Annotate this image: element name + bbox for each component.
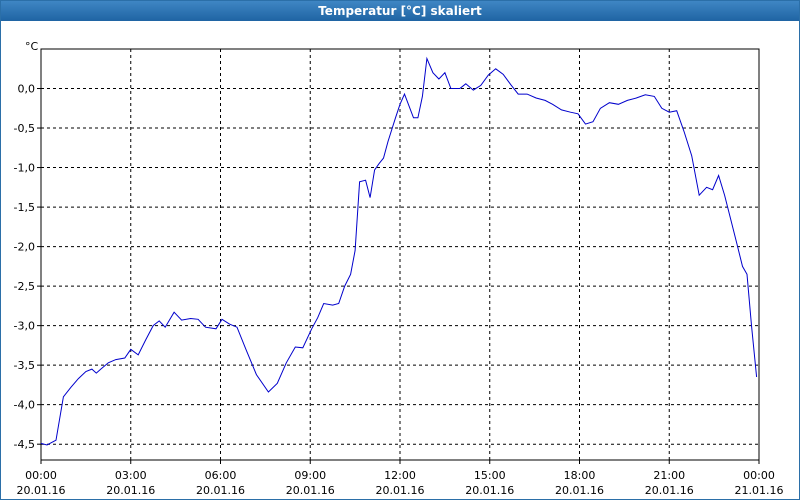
x-tick-date-label: 20.01.16 [286, 484, 335, 497]
x-tick-date-label: 20.01.16 [465, 484, 514, 497]
x-tick-time-label: 06:00 [205, 469, 237, 482]
y-axis-unit-label: °C [25, 40, 39, 53]
y-tick-label: -2,5 [14, 280, 35, 293]
x-tick-time-label: 00:00 [743, 469, 775, 482]
y-tick-label: -1,0 [14, 162, 35, 175]
y-tick-label: -1,5 [14, 201, 35, 214]
x-tick-time-label: 21:00 [653, 469, 685, 482]
y-tick-label: -3,0 [14, 320, 35, 333]
x-axis-ticks: 00:00 20.01.16 03:00 20.01.16 06:00 20.01.16 0… [17, 460, 784, 497]
x-tick-date-label: 21.01.16 [735, 484, 784, 497]
y-tick-label: -4,0 [14, 399, 35, 412]
x-tick-time-label: 03:00 [115, 469, 147, 482]
chart-window: Temperatur [°C] skaliert °C 0,0 -0,5 -1,0 -… [0, 0, 800, 500]
y-tick-label: -3,5 [14, 359, 35, 372]
y-tick-label: -2,0 [14, 241, 35, 254]
y-tick-label: -0,5 [14, 122, 35, 135]
y-tick-label: 0,0 [18, 83, 36, 96]
x-tick-time-label: 09:00 [294, 469, 326, 482]
y-axis-ticks: 0,0 -0,5 -1,0 -1,5 -2,0 -2,5 -3,0 -3,5 -4,0 -4,5 [14, 83, 41, 451]
x-tick-time-label: 18:00 [564, 469, 596, 482]
x-tick-date-label: 20.01.16 [376, 484, 425, 497]
x-tick-time-label: 00:00 [25, 469, 57, 482]
window-title: Temperatur [°C] skaliert [1, 1, 799, 21]
x-tick-date-label: 20.01.16 [555, 484, 604, 497]
x-tick-date-label: 20.01.16 [196, 484, 245, 497]
temperature-chart: °C 0,0 -0,5 -1,0 -1,5 -2,0 -2,5 -3,0 -3,5 -4,0 -4… [14, 40, 784, 497]
x-tick-date-label: 20.01.16 [645, 484, 694, 497]
x-tick-time-label: 15:00 [474, 469, 506, 482]
x-tick-date-label: 20.01.16 [17, 484, 66, 497]
x-tick-date-label: 20.01.16 [106, 484, 155, 497]
y-tick-label: -4,5 [14, 438, 35, 451]
x-tick-time-label: 12:00 [384, 469, 416, 482]
